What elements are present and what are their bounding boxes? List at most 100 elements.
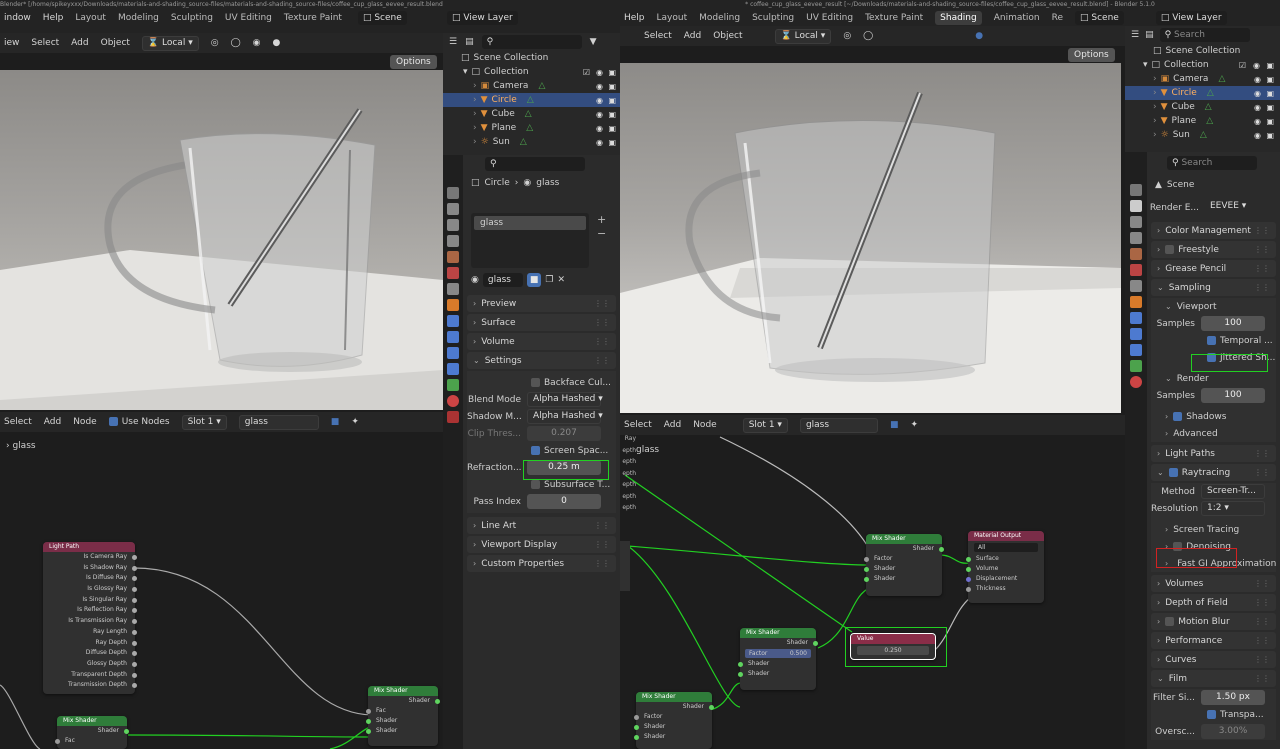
object-tab-icon[interactable] [447,299,459,311]
right-props-search[interactable]: ⚲ Search [1167,156,1257,170]
pin-icon[interactable]: ✦ [351,417,359,427]
filter-size-field[interactable]: 1.50 px [1201,690,1265,705]
chevron-right-icon[interactable]: › [473,81,477,91]
right-particles-tab-icon[interactable] [1130,328,1142,340]
advanced-subpanel[interactable]: › Advanced [1151,425,1276,442]
eye-icon[interactable]: ◉ [596,96,603,105]
funnel-icon[interactable]: ▼ [590,37,597,47]
right-world-tab-icon[interactable] [1130,264,1142,276]
right-menu-object[interactable]: Object [713,31,742,41]
shadows-checkbox[interactable] [1173,412,1183,421]
overlay-icon[interactable]: ◉ [253,38,261,48]
right-material-tab-icon[interactable] [1130,376,1142,388]
mix-shader-node-r2[interactable]: Mix Shader Shader Factor 0.500 Shader Sha… [738,628,818,690]
right-view-layer-tab-icon[interactable] [1130,232,1142,244]
fake-user-button[interactable]: ■ [526,273,542,287]
outliner-item-plane[interactable]: › ▼ Plane △ ◉ ▣ [443,121,620,135]
right-modifier-tab-icon[interactable] [1130,312,1142,324]
eye-icon[interactable]: ◉ [596,110,603,119]
transparent-row[interactable]: Transpa... [1151,706,1276,723]
eye-icon[interactable]: ◉ [596,138,603,147]
blend-mode-dropdown[interactable]: Alpha Hashed ▾ [527,392,603,407]
outliner-scene-collection[interactable]: □ Scene Collection [443,51,620,65]
shadow-mode-dropdown[interactable]: Alpha Hashed ▾ [527,409,603,424]
eye-icon[interactable]: ◉ [1254,75,1261,84]
temporal-checkbox[interactable] [1207,336,1216,345]
panel-sampling[interactable]: ⌄ Sampling ⋮⋮ [1151,279,1276,296]
panel-depth-of-field[interactable]: › Depth of Field ⋮⋮ [1151,594,1276,611]
view-layer-selector[interactable]: □ View Layer [447,11,518,25]
right-tab-layout[interactable]: Layout [657,13,688,23]
left-options-button[interactable]: Options [390,55,437,69]
left-node-canvas[interactable]: Light Path Is Camera Ray Is Shadow Ray Is … [0,455,443,749]
unlink-icon[interactable]: ✕ [557,275,565,285]
menu-view[interactable]: iew [4,38,19,48]
panel-freestyle[interactable]: › Freestyle ⋮⋮ [1151,241,1276,258]
camera-icon[interactable]: ▣ [1266,75,1274,84]
panel-film[interactable]: ⌄ Film ⋮⋮ [1151,670,1276,687]
chevron-right-icon[interactable]: › [473,137,477,147]
panel-custom-properties[interactable]: › Custom Properties ⋮⋮ [467,555,616,572]
tab-layout[interactable]: Layout [75,13,106,23]
light-path-node[interactable]: Light Path Is Camera Ray Is Shadow Ray Is … [43,542,137,694]
camera-icon[interactable]: ▣ [608,110,616,119]
outliner-item-plane[interactable]: › ▼ Plane △ ◉ ▣ [1125,114,1280,128]
menu-object[interactable]: Object [101,38,130,48]
outliner-display-icon[interactable]: ▤ [465,37,474,47]
output-tab-icon[interactable] [447,219,459,231]
chevron-right-icon[interactable]: › [1153,74,1157,84]
right-tab-animation[interactable]: Animation [994,13,1040,23]
right-transform-orientation[interactable]: ⌛ Local ▾ [774,28,832,44]
backface-culling-row[interactable]: Backface Cul... [467,374,616,391]
subsurface-checkbox[interactable] [531,480,540,489]
screen-space-row[interactable]: Screen Spac... [467,442,616,459]
outliner-filter-icon[interactable]: ☰ [449,37,457,47]
tab-sculpting[interactable]: Sculpting [171,13,213,23]
clip-threshold-field[interactable]: 0.207 [527,426,601,441]
outliner-collection[interactable]: ▾ □ Collection ☑ ◉ ▣ [443,65,620,79]
outliner-item-sun[interactable]: › ☼ Sun △ ◉ ▣ [443,135,620,149]
node-menu-node[interactable]: Node [73,417,97,427]
eye-icon[interactable]: ◉ [1253,61,1260,70]
scene-tab-icon[interactable] [447,251,459,263]
outliner-item-camera[interactable]: › ▣ Camera △ ◉ ▣ [1125,72,1280,86]
menu-window[interactable]: indow [4,13,31,23]
mix-shader-node-a[interactable]: Mix Shader Shader Fac Shader Shader [366,686,440,746]
chevron-right-icon[interactable]: › [1153,102,1157,112]
overscan-field[interactable]: 3.00% [1201,724,1265,739]
panel-volume[interactable]: › Volume ⋮⋮ [467,333,616,350]
chevron-right-icon[interactable]: › [1153,116,1157,126]
material-name-field[interactable]: glass [482,273,523,287]
material-tab-icon[interactable] [447,395,459,407]
texture-tab-icon[interactable] [447,411,459,423]
material-slot-item[interactable]: glass [474,216,586,230]
right-3d-viewport[interactable] [620,63,1121,413]
mix-shader-node-b[interactable]: Mix Shader Shader Fac [55,716,129,749]
proportional-icon[interactable]: ◯ [231,38,241,48]
method-dropdown[interactable]: Screen-Tr... [1201,484,1265,499]
material-output-target[interactable]: All [974,543,1038,552]
camera-icon[interactable]: ▣ [1266,131,1274,140]
camera-icon[interactable]: ▣ [608,68,616,77]
physics-tab-icon[interactable] [447,347,459,359]
right-scene-selector[interactable]: □ Scene [1075,11,1124,25]
panel-line-art[interactable]: › Line Art ⋮⋮ [467,517,616,534]
panel-color-management[interactable]: › Color Management ⋮⋮ [1151,222,1276,239]
checkbox-icon[interactable]: ☑ [583,68,590,77]
eye-icon[interactable]: ◉ [1254,103,1261,112]
camera-icon[interactable]: ▣ [608,124,616,133]
tab-uv-editing[interactable]: UV Editing [225,13,272,23]
chevron-right-icon[interactable]: › [473,109,477,119]
right-data-tab-icon[interactable] [1130,360,1142,372]
eye-icon[interactable]: ◉ [596,124,603,133]
panel-motion-blur[interactable]: › Motion Blur ⋮⋮ [1151,613,1276,630]
modifier-tab-icon[interactable] [447,315,459,327]
data-tab-icon[interactable] [447,379,459,391]
mix-shader-node-r3[interactable]: Mix Shader Shader Factor Shader Shader [634,692,714,749]
eye-icon[interactable]: ◉ [1254,117,1261,126]
right-scene-tab-icon[interactable] [1130,248,1142,260]
camera-icon[interactable]: ▣ [1266,103,1274,112]
right-collection-tab-icon[interactable] [1130,280,1142,292]
world-tab-icon[interactable] [447,267,459,279]
view-layer-tab-icon[interactable] [447,235,459,247]
